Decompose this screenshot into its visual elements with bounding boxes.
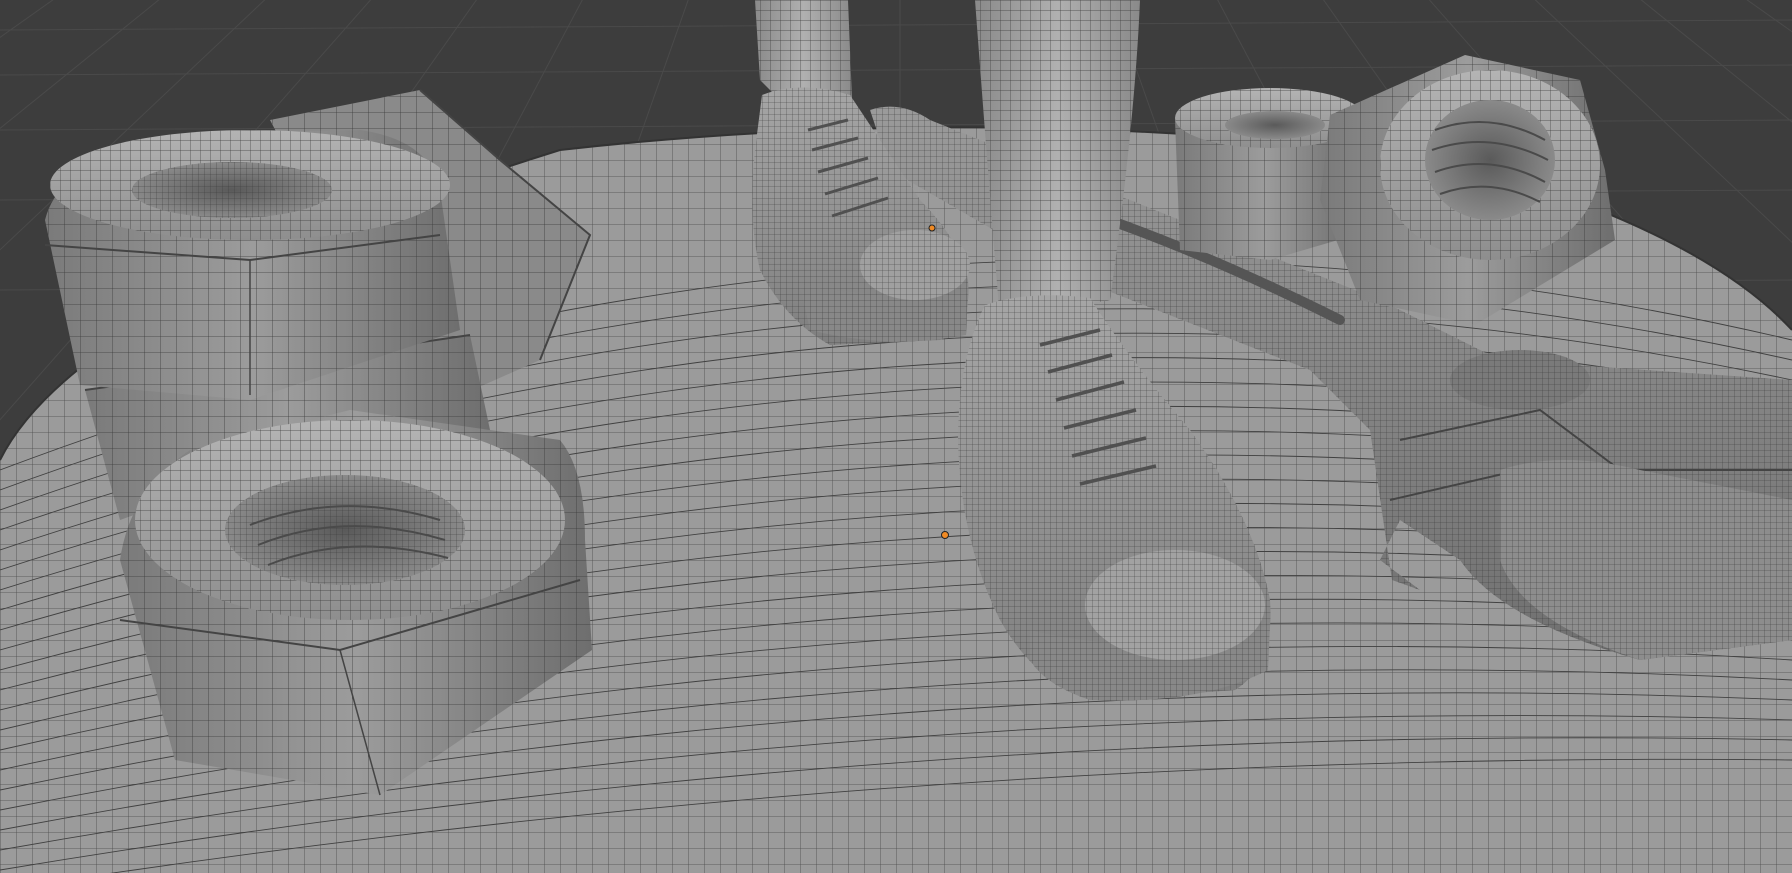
viewport-canvas[interactable] (0, 0, 1792, 873)
3d-viewport[interactable] (0, 0, 1792, 873)
object-origin-dot (928, 224, 936, 232)
object-origin-dot (941, 531, 949, 539)
